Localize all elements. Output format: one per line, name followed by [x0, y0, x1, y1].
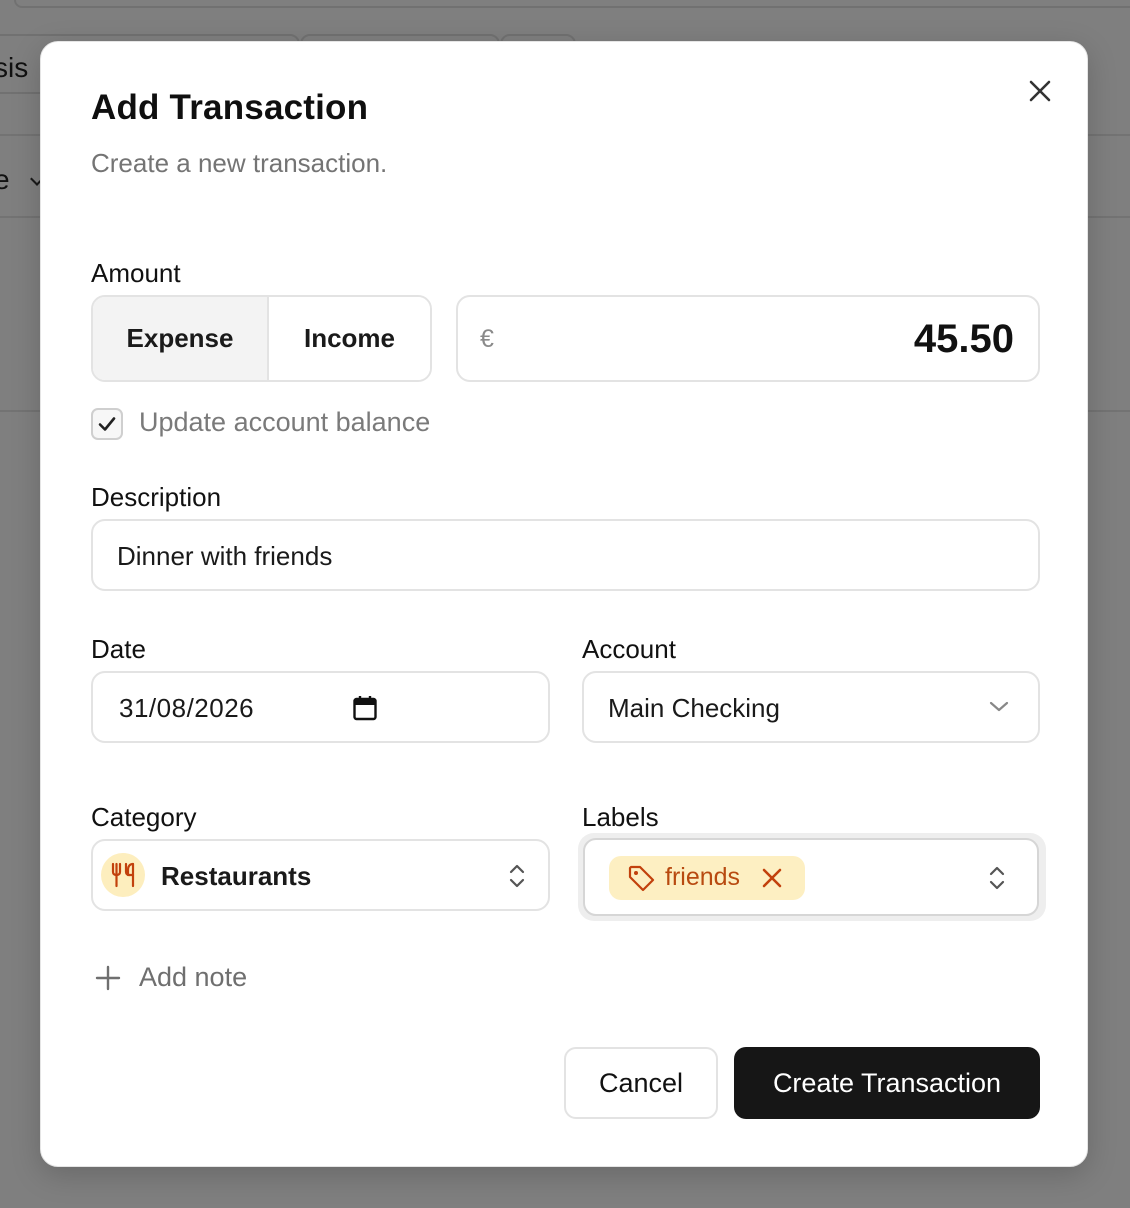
description-value: Dinner with friends	[117, 541, 333, 571]
currency-symbol: €	[480, 325, 494, 353]
dialog-subtitle: Create a new transaction.	[91, 148, 388, 178]
description-label: Description	[91, 482, 222, 512]
close-icon	[1029, 80, 1051, 102]
expense-button[interactable]: Expense	[93, 297, 269, 380]
labels-label: Labels	[582, 802, 659, 832]
category-label: Category	[91, 802, 197, 832]
date-input[interactable]: 31/08/2026	[91, 671, 550, 743]
remove-label-icon[interactable]	[761, 867, 783, 889]
date-label: Date	[91, 634, 146, 664]
update-balance-label[interactable]: Update account balance	[139, 407, 430, 438]
utensils-icon	[111, 862, 135, 888]
calendar-icon[interactable]	[353, 695, 377, 721]
income-button[interactable]: Income	[269, 297, 430, 380]
checkmark-icon	[98, 417, 116, 431]
transaction-type-toggle: Expense Income	[91, 295, 432, 382]
category-select[interactable]: Restaurants	[91, 839, 550, 911]
account-value: Main Checking	[608, 693, 780, 723]
description-input[interactable]: Dinner with friends	[91, 519, 1040, 591]
amount-value: 45.50	[913, 317, 1014, 361]
add-note-label: Add note	[139, 962, 248, 992]
date-value: 31/08/2026	[119, 693, 255, 723]
update-balance-checkbox[interactable]	[91, 408, 123, 440]
tag-icon	[628, 865, 655, 892]
cancel-button[interactable]: Cancel	[564, 1047, 718, 1119]
account-label: Account	[582, 634, 676, 664]
plus-icon	[95, 965, 121, 990]
chevron-up-down-icon	[989, 866, 1005, 890]
account-select[interactable]: Main Checking	[582, 671, 1040, 743]
label-chip-text: friends	[665, 863, 741, 891]
create-transaction-button[interactable]: Create Transaction	[734, 1047, 1040, 1119]
labels-select[interactable]: friends	[583, 838, 1039, 916]
label-chip: friends	[609, 856, 805, 900]
close-button[interactable]	[1025, 76, 1055, 106]
amount-input[interactable]: € 45.50	[456, 295, 1040, 382]
chevron-up-down-icon	[509, 864, 525, 888]
dialog-title: Add Transaction	[91, 88, 369, 127]
chevron-down-icon	[989, 701, 1009, 712]
category-icon-badge	[101, 853, 145, 897]
labels-focus-ring: friends	[578, 833, 1046, 921]
category-value: Restaurants	[161, 861, 312, 891]
add-note-button[interactable]: Add note	[95, 962, 247, 993]
add-transaction-dialog: Add Transaction Create a new transaction…	[40, 41, 1088, 1167]
amount-label: Amount	[91, 258, 181, 288]
